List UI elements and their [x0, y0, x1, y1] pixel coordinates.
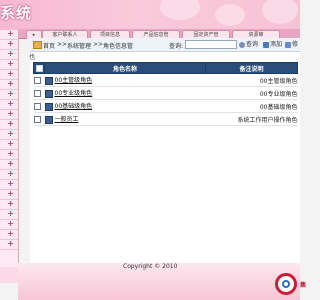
search-label: 查询:	[169, 43, 184, 50]
row-checkbox[interactable]	[33, 76, 41, 84]
row-checkbox[interactable]	[33, 89, 41, 97]
table-header-row: 角色名称 备注说明	[33, 62, 298, 74]
expand-icon[interactable]: +	[7, 99, 14, 108]
column-header-role-name: 角色名称	[44, 62, 206, 74]
select-all-cell[interactable]	[33, 62, 45, 74]
stub-text: 也	[29, 54, 36, 61]
query-button[interactable]: 查询	[239, 40, 258, 49]
decorative-flower	[160, 0, 200, 20]
role-description: 00专业级角色	[205, 86, 298, 100]
edit-button[interactable]: 修	[285, 40, 298, 49]
expand-icon[interactable]: +	[7, 49, 14, 58]
expand-icon[interactable]: +	[7, 69, 14, 78]
search-icon	[239, 41, 245, 48]
add-button-label: 添加	[270, 41, 283, 48]
breadcrumb-current: 角色信息管	[103, 43, 134, 50]
expand-icon[interactable]: +	[7, 239, 14, 248]
select-all-checkbox[interactable]	[35, 64, 43, 72]
table-row[interactable]: 00主管级角色 00主管级角色	[33, 73, 298, 87]
row-checkbox-cell[interactable]	[33, 99, 45, 113]
role-name-cell[interactable]: 一般员工	[44, 112, 206, 126]
role-icon	[44, 89, 53, 98]
breadcrumb-home[interactable]: 首页	[43, 41, 55, 50]
app-title: 系统	[0, 4, 33, 22]
table-row[interactable]: 一般员工 系统工作用户操作角色	[33, 112, 298, 126]
role-name-link[interactable]: 一般员工	[55, 116, 79, 123]
main-content: 首页 >> 系统管理 >> 角色信息管 查询: 查询 添加 修 也 角色名称 备…	[29, 38, 300, 263]
breadcrumb-separator: >>	[57, 41, 68, 48]
expand-icon[interactable]: +	[7, 219, 14, 228]
sidebar-item[interactable]: +	[0, 239, 18, 250]
role-name-cell[interactable]: 00主管级角色	[44, 73, 206, 87]
expand-icon[interactable]: +	[7, 79, 14, 88]
expand-icon[interactable]: +	[7, 39, 14, 48]
role-name-link[interactable]: 00主管级角色	[55, 77, 93, 84]
table-row[interactable]: 00专业级角色 00专业级角色	[33, 86, 298, 100]
expand-icon[interactable]: +	[7, 129, 14, 138]
copyright-text: Copyright © 2010	[123, 263, 178, 270]
table-row[interactable]: 00基础级角色 00基础级角色	[33, 99, 298, 113]
add-icon	[263, 41, 269, 48]
row-checkbox-cell[interactable]	[33, 86, 45, 100]
decorative-flower	[262, 0, 298, 24]
home-icon	[33, 41, 42, 49]
logo-text: 集	[300, 282, 307, 289]
role-icon	[44, 115, 53, 124]
expand-icon[interactable]: +	[7, 209, 14, 218]
role-description: 系统工作用户操作角色	[205, 112, 298, 126]
footer: Copyright © 2010 集	[18, 263, 306, 300]
expand-icon[interactable]: +	[7, 119, 14, 128]
app-header: 系统	[0, 0, 300, 30]
expand-icon[interactable]: +	[7, 139, 14, 148]
row-checkbox-cell[interactable]	[33, 73, 45, 87]
query-button-label: 查询	[246, 41, 259, 48]
toolbar: 首页 >> 系统管理 >> 角色信息管 查询: 查询 添加 修	[30, 38, 300, 52]
expand-icon[interactable]: +	[7, 189, 14, 198]
decorative-flower	[215, 4, 245, 26]
expand-icon[interactable]: +	[7, 169, 14, 178]
edit-button-label: 修	[292, 41, 299, 48]
role-name-link[interactable]: 00基础级角色	[55, 103, 93, 110]
breadcrumb-section[interactable]: 系统管理	[67, 41, 91, 50]
company-logo	[275, 273, 297, 295]
add-button[interactable]: 添加	[263, 40, 282, 49]
row-checkbox-cell[interactable]	[33, 112, 45, 126]
expand-icon[interactable]: +	[7, 109, 14, 118]
column-header-description: 备注说明	[205, 62, 298, 74]
expand-icon[interactable]: +	[7, 199, 14, 208]
roles-table: 角色名称 备注说明 00主管级角色 00主管级角色 00专业级角色 00专业级角…	[33, 62, 298, 126]
search-input[interactable]	[185, 40, 237, 49]
expand-icon[interactable]: +	[7, 179, 14, 188]
expand-icon[interactable]: +	[7, 229, 14, 238]
expand-icon[interactable]: +	[7, 159, 14, 168]
expand-icon[interactable]: +	[7, 29, 14, 38]
role-name-cell[interactable]: 00专业级角色	[44, 86, 206, 100]
expand-icon[interactable]: +	[7, 59, 14, 68]
role-name-link[interactable]: 00专业级角色	[55, 90, 93, 97]
role-icon	[44, 76, 53, 85]
breadcrumb-separator: >>	[93, 41, 104, 48]
edit-icon	[285, 41, 291, 48]
role-icon	[44, 102, 53, 111]
role-description: 00主管级角色	[205, 73, 298, 87]
sidebar: + + + + + + + + + + + + + + + + + + + + …	[0, 29, 19, 267]
expand-icon[interactable]: +	[7, 149, 14, 158]
expand-icon[interactable]: +	[7, 89, 14, 98]
sidebar-footer	[0, 267, 18, 283]
row-checkbox[interactable]	[33, 115, 41, 123]
role-description: 00基础级角色	[205, 99, 298, 113]
row-checkbox[interactable]	[33, 102, 41, 110]
role-name-cell[interactable]: 00基础级角色	[44, 99, 206, 113]
